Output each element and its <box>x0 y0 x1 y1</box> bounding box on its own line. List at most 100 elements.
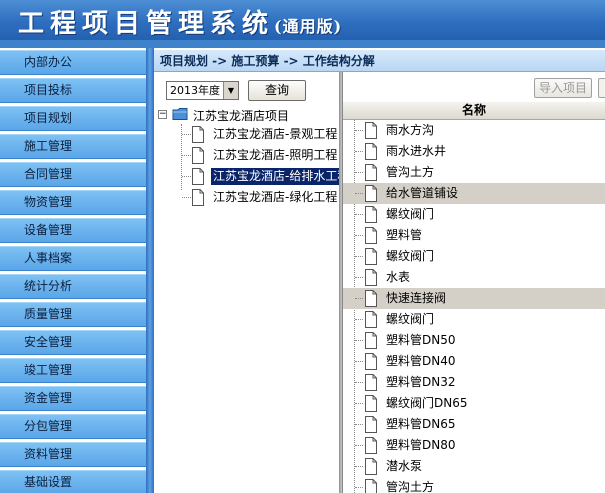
tree-connector <box>355 172 363 173</box>
tree-connector <box>355 214 363 215</box>
list-item[interactable]: 潜水泵 <box>343 456 605 477</box>
list-item-label: 管沟土方 <box>386 480 435 493</box>
list-item[interactable]: 水表 <box>343 267 605 288</box>
tree-node[interactable]: 江苏宝龙酒店-照明工程 <box>182 146 340 166</box>
document-icon <box>365 290 377 307</box>
document-icon <box>365 206 377 223</box>
import-project-button[interactable]: 导入项目 <box>534 78 592 98</box>
list-item-label: 雨水进水井 <box>386 144 447 158</box>
collapse-icon[interactable]: − <box>158 110 167 119</box>
tree-connector <box>355 424 363 425</box>
list-item-label: 潜水泵 <box>386 459 423 473</box>
document-icon <box>192 189 204 206</box>
tree-connector <box>182 155 191 156</box>
list-item-label: 雨水方沟 <box>386 123 435 137</box>
tree-connector <box>355 151 363 152</box>
sidebar-item-project-planning[interactable]: 项目规划 <box>0 106 146 131</box>
sidebar-item-construction[interactable]: 施工管理 <box>0 134 146 159</box>
document-icon <box>192 147 204 164</box>
tree-connector <box>355 466 363 467</box>
tree-connector <box>355 403 363 404</box>
sidebar-nav: 内部办公 项目投标 项目规划 施工管理 合同管理 物资管理 设备管理 人事档案 … <box>0 48 146 493</box>
document-icon <box>365 248 377 265</box>
list-item-label: 快速连接阀 <box>386 291 447 305</box>
app-window: 工程项目管理系统(通用版) 内部办公 项目投标 项目规划 施工管理 合同管理 物… <box>0 0 605 493</box>
chevron-down-icon[interactable]: ▼ <box>223 82 238 99</box>
list-item-label: 螺纹阀门 <box>386 207 435 221</box>
document-icon <box>365 458 377 475</box>
sidebar-item-completion[interactable]: 竣工管理 <box>0 358 146 383</box>
document-icon <box>365 269 377 286</box>
sidebar-item-statistics[interactable]: 统计分析 <box>0 274 146 299</box>
document-icon <box>365 143 377 160</box>
list-item-label: 塑料管DN40 <box>386 354 456 368</box>
list-item[interactable]: 管沟土方 <box>343 162 605 183</box>
list-item[interactable]: 螺纹阀门 <box>343 309 605 330</box>
year-select[interactable]: 2013年度 ▼ <box>166 81 239 100</box>
list-item[interactable]: 雨水进水井 <box>343 141 605 162</box>
query-button[interactable]: 查询 <box>248 80 306 101</box>
list-item[interactable]: 螺纹阀门DN65 <box>343 393 605 414</box>
sidebar-item-bidding[interactable]: 项目投标 <box>0 78 146 103</box>
list-item-label: 塑料管DN80 <box>386 438 456 452</box>
list-item[interactable]: 快速连接阀 <box>343 288 605 309</box>
document-icon <box>365 311 377 328</box>
list-item-label: 塑料管 <box>386 228 423 242</box>
sidebar-item-basic-settings[interactable]: 基础设置 <box>0 470 146 493</box>
list-item[interactable]: 雨水方沟 <box>343 120 605 141</box>
panel-divider[interactable] <box>146 48 154 493</box>
app-title: 工程项目管理系统(通用版) <box>18 3 342 40</box>
list-item[interactable]: 塑料管DN40 <box>343 351 605 372</box>
document-icon <box>365 374 377 391</box>
tree-node-selected[interactable]: 江苏宝龙酒店-给排水工程 <box>182 167 352 187</box>
tree-connector <box>355 340 363 341</box>
tree-node-label: 江苏宝龙酒店-给排水工程 <box>211 168 352 185</box>
tree-connector <box>182 197 191 198</box>
tree-node[interactable]: 江苏宝龙酒店-绿化工程 <box>182 188 340 208</box>
tree-connector <box>355 445 363 446</box>
project-tree: − 江苏宝龙酒店项目 江苏宝龙酒店-景观工程 江苏宝龙酒店-照明工程 江苏宝龙酒… <box>154 106 352 486</box>
list-item-label: 水表 <box>386 270 411 284</box>
tree-connector <box>355 361 363 362</box>
folder-icon <box>172 108 188 120</box>
sidebar-item-equipment[interactable]: 设备管理 <box>0 218 146 243</box>
document-icon <box>365 416 377 433</box>
list-item-label: 给水管道铺设 <box>386 186 459 200</box>
list-item[interactable]: 塑料管DN32 <box>343 372 605 393</box>
sidebar-item-safety[interactable]: 安全管理 <box>0 330 146 355</box>
list-item[interactable]: 管沟土方 <box>343 477 605 493</box>
project-tree-panel: 2013年度 ▼ 查询 − 江苏宝龙酒店项目 江苏宝龙酒店-景观工程 江苏宝龙酒… <box>154 72 352 493</box>
tree-node[interactable]: 江苏宝龙酒店-景观工程 <box>182 125 340 145</box>
sidebar-item-personnel[interactable]: 人事档案 <box>0 246 146 271</box>
list-item[interactable]: 螺纹阀门 <box>343 204 605 225</box>
sidebar-item-materials[interactable]: 物资管理 <box>0 190 146 215</box>
sidebar-item-funds[interactable]: 资金管理 <box>0 386 146 411</box>
sidebar-item-documents[interactable]: 资料管理 <box>0 442 146 467</box>
list-item[interactable]: 塑料管DN65 <box>343 414 605 435</box>
sidebar-item-quality[interactable]: 质量管理 <box>0 302 146 327</box>
tree-connector <box>182 134 191 135</box>
tree-connector <box>355 382 363 383</box>
document-icon <box>365 185 377 202</box>
list-item[interactable]: 给水管道铺设 <box>343 183 605 204</box>
tree-connector <box>355 256 363 257</box>
app-header: 工程项目管理系统(通用版) <box>0 0 605 48</box>
toolbar-button[interactable] <box>598 78 605 98</box>
list-item[interactable]: 螺纹阀门 <box>343 246 605 267</box>
list-item[interactable]: 塑料管DN80 <box>343 435 605 456</box>
wbs-list: 雨水方沟 雨水进水井 管沟土方 给水管道铺设 螺纹阀门 塑料管 螺纹阀门 水表 快速连接阀 螺纹阀… <box>343 120 605 493</box>
list-toolbar: 导入项目 <box>343 72 605 102</box>
tree-root-label: 江苏宝龙酒店项目 <box>193 109 290 123</box>
sidebar-item-internal-office[interactable]: 内部办公 <box>0 50 146 75</box>
tree-node-label: 江苏宝龙酒店-景观工程 <box>213 127 338 141</box>
document-icon <box>365 395 377 412</box>
tree-connector <box>182 176 191 177</box>
tree-connector <box>355 235 363 236</box>
tree-connector <box>355 193 363 194</box>
sidebar-item-subcontracting[interactable]: 分包管理 <box>0 414 146 439</box>
list-item[interactable]: 塑料管 <box>343 225 605 246</box>
list-item[interactable]: 塑料管DN50 <box>343 330 605 351</box>
column-header-name[interactable]: 名称 <box>343 102 605 120</box>
document-icon <box>192 168 204 185</box>
sidebar-item-contracts[interactable]: 合同管理 <box>0 162 146 187</box>
